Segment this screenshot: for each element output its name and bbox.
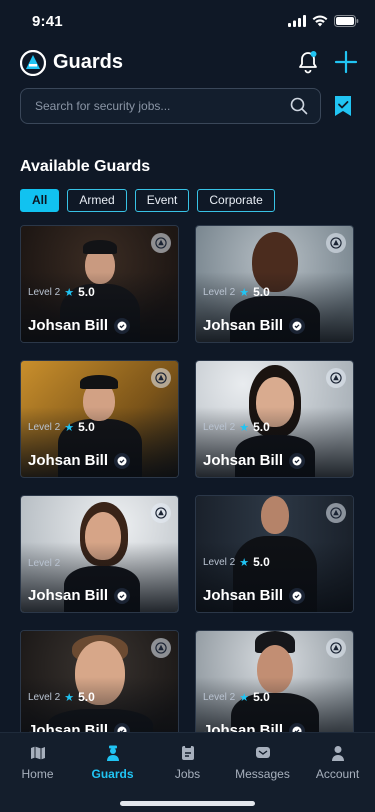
guard-level: Level 2 ★ 5.0 xyxy=(28,420,95,434)
tab-label: Home xyxy=(21,767,54,781)
guard-level: Level 2 ★ 5.0 xyxy=(28,690,95,704)
star-icon: ★ xyxy=(239,286,250,299)
guard-name: Johsan Bill xyxy=(28,452,131,469)
guard-level: Level 2 ★ 5.0 xyxy=(203,420,270,434)
verified-icon xyxy=(289,452,306,469)
bell-icon[interactable] xyxy=(297,50,319,74)
guard-card[interactable]: Level 2 ★ 5.0 Johsan Bill xyxy=(195,630,354,732)
section-title: Available Guards xyxy=(20,158,151,175)
guard-level: Level 2 ★ 5.0 xyxy=(28,285,95,299)
filter-chip-armed[interactable]: Armed xyxy=(67,189,127,212)
verified-icon xyxy=(289,317,306,334)
guard-card[interactable]: Level 2 ★ 5.0 Johsan Bill xyxy=(195,495,354,613)
verified-icon xyxy=(114,317,131,334)
verified-icon xyxy=(114,587,131,604)
star-icon: ★ xyxy=(239,556,250,569)
guard-level: Level 2 ★ 5.0 xyxy=(203,285,270,299)
status-icons xyxy=(288,15,359,27)
signal-icon xyxy=(288,15,306,27)
status-bar: 9:41 xyxy=(0,0,375,44)
shield-logo-icon xyxy=(20,50,46,76)
shield-badge-icon xyxy=(326,503,346,523)
tab-label: Account xyxy=(315,767,360,781)
guard-name: Johsan Bill xyxy=(28,587,131,604)
guard-level: Level 2 xyxy=(28,558,61,569)
guard-card[interactable]: Level 2 Johsan Bill xyxy=(20,495,179,613)
guard-card[interactable]: Level 2 ★ 5.0 Johsan Bill xyxy=(195,360,354,478)
tab-label: Messages xyxy=(235,767,290,781)
guard-name: Johsan Bill xyxy=(203,722,306,732)
star-icon: ★ xyxy=(239,691,250,704)
guard-card[interactable]: Level 2 ★ 5.0 Johsan Bill xyxy=(195,225,354,343)
shield-badge-icon xyxy=(326,233,346,253)
guard-card[interactable]: Level 2 ★ 5.0 Johsan Bill xyxy=(20,360,179,478)
map-icon xyxy=(30,746,45,760)
verified-icon xyxy=(114,722,131,732)
guards-grid: Level 2 ★ 5.0 Johsan Bill Level 2 ★ 5.0 Johs… xyxy=(20,225,355,732)
guard-name: Johsan Bill xyxy=(28,317,131,334)
guard-icon xyxy=(106,745,119,761)
bottom-tab-bar: Home Guards Jobs Messages Account xyxy=(0,732,375,812)
shield-badge-icon xyxy=(151,233,171,253)
star-icon: ★ xyxy=(239,421,250,434)
search-input[interactable] xyxy=(35,89,285,123)
shield-badge-icon xyxy=(151,638,171,658)
tab-home[interactable]: Home xyxy=(0,745,75,781)
search-icon[interactable] xyxy=(290,97,308,115)
search-bar xyxy=(20,88,321,124)
verified-icon xyxy=(114,452,131,469)
guard-card[interactable]: Level 2 ★ 5.0 Johsan Bill xyxy=(20,630,179,732)
tab-label: Jobs xyxy=(174,767,201,781)
jobs-icon xyxy=(181,745,194,760)
star-icon: ★ xyxy=(64,691,75,704)
app-header: Guards xyxy=(20,46,359,80)
account-icon xyxy=(331,746,344,761)
shield-badge-icon xyxy=(326,638,346,658)
status-time: 9:41 xyxy=(32,13,63,30)
battery-icon xyxy=(334,15,359,27)
wifi-icon xyxy=(312,15,328,27)
guard-level: Level 2 ★ 5.0 xyxy=(203,555,270,569)
add-icon[interactable] xyxy=(333,49,359,75)
guard-name: Johsan Bill xyxy=(203,317,306,334)
guard-name: Johsan Bill xyxy=(203,452,306,469)
guard-card[interactable]: Level 2 ★ 5.0 Johsan Bill xyxy=(20,225,179,343)
shield-badge-icon xyxy=(151,368,171,388)
guard-name: Johsan Bill xyxy=(28,722,131,732)
filter-chip-corporate[interactable]: Corporate xyxy=(197,189,275,212)
home-indicator xyxy=(120,801,255,806)
verified-icon xyxy=(289,587,306,604)
filter-chip-event[interactable]: Event xyxy=(134,189,190,212)
guard-level: Level 2 ★ 5.0 xyxy=(203,690,270,704)
saved-jobs-icon[interactable] xyxy=(334,95,352,117)
tab-guards[interactable]: Guards xyxy=(75,745,150,781)
star-icon: ★ xyxy=(64,286,75,299)
messages-icon xyxy=(255,747,270,758)
shield-badge-icon xyxy=(151,503,171,523)
guard-name: Johsan Bill xyxy=(203,587,306,604)
shield-badge-icon xyxy=(326,368,346,388)
verified-icon xyxy=(289,722,306,732)
page-title: Guards xyxy=(53,51,124,73)
filter-chips: All Armed Event Corporate xyxy=(20,189,275,212)
tab-label: Guards xyxy=(91,767,134,781)
tab-messages[interactable]: Messages xyxy=(225,745,300,781)
tab-account[interactable]: Account xyxy=(300,745,375,781)
tab-jobs[interactable]: Jobs xyxy=(150,745,225,781)
star-icon: ★ xyxy=(64,421,75,434)
filter-chip-all[interactable]: All xyxy=(20,189,60,212)
